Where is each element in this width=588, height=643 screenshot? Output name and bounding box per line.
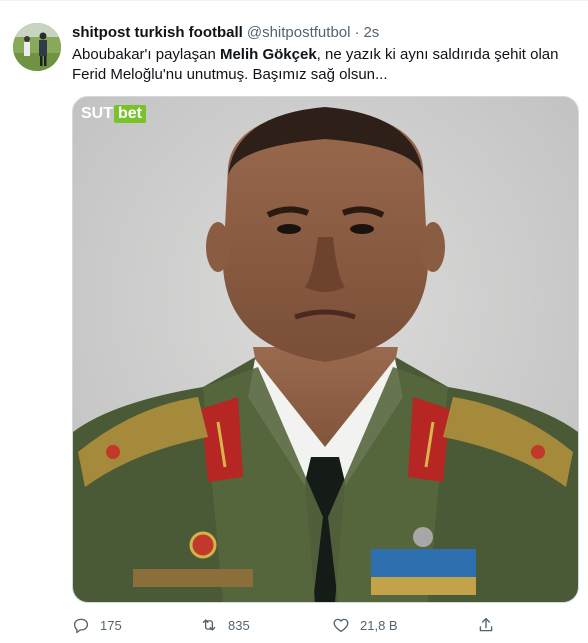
retweet-count: 835 (228, 617, 250, 633)
tweet-actions: 175 835 21,8 B (72, 616, 577, 636)
header-separator: · (354, 24, 360, 41)
tweet-header: shitpost turkish football @shitpostfutbo… (72, 23, 580, 43)
watermark-text-right: bet (114, 105, 146, 123)
tweet-body: shitpost turkish football @shitpostfutbo… (72, 23, 580, 634)
like-count: 21,8 B (360, 617, 398, 633)
tweet-media-photo[interactable]: SUT bet (72, 96, 579, 603)
like-button[interactable]: 21,8 B (332, 616, 398, 634)
reply-button[interactable]: 175 (72, 616, 122, 634)
tweet-timestamp[interactable]: 2s (363, 23, 379, 43)
tweet-text: Aboubakar'ı paylaşan Melih Gökçek, ne ya… (72, 45, 580, 85)
watermark-text-left: SUT (81, 105, 113, 122)
watermark-logo: SUT bet (81, 105, 146, 123)
tweet-text-before: Aboubakar'ı paylaşan (72, 46, 220, 63)
avatar-image (13, 23, 61, 71)
author-name[interactable]: shitpost turkish football (72, 23, 243, 43)
share-button[interactable] (477, 616, 495, 634)
reply-count: 175 (100, 617, 122, 633)
like-icon (333, 618, 349, 633)
retweet-icon (202, 619, 216, 631)
author-handle[interactable]: @shitpostfutbol (247, 23, 351, 43)
share-icon (479, 617, 493, 632)
reply-icon (73, 618, 89, 634)
retweet-button[interactable]: 835 (200, 616, 250, 634)
tweet-card[interactable]: shitpost turkish football @shitpostfutbo… (0, 0, 588, 643)
author-avatar[interactable] (13, 23, 61, 71)
mentioned-name: Melih Gökçek (219, 46, 317, 63)
soldier-portrait-image (73, 97, 578, 602)
